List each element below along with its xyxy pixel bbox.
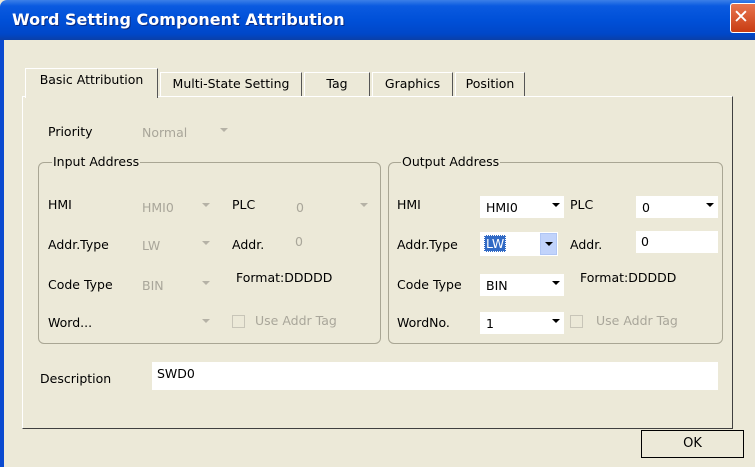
chevron-down-icon xyxy=(202,203,210,207)
output-hmi-label: HMI xyxy=(397,197,421,212)
output-addr-type-select[interactable]: LW xyxy=(480,232,558,256)
ok-button-label: OK xyxy=(683,436,702,451)
output-format-label: Format:DDDDD xyxy=(580,270,677,285)
input-word-label: Word... xyxy=(48,315,93,330)
window-border-left xyxy=(0,40,4,467)
dialog-window: Word Setting Component Attribution ✕ Bas… xyxy=(0,0,755,467)
priority-select: Normal xyxy=(136,121,232,143)
output-code-type-value: BIN xyxy=(486,278,508,293)
output-wordno-label: WordNo. xyxy=(397,315,450,330)
ok-button[interactable]: OK xyxy=(641,430,744,458)
output-plc-select[interactable]: 0 xyxy=(636,196,718,218)
output-addr-value: 0 xyxy=(641,234,649,249)
tab-multi-state-setting[interactable]: Multi-State Setting xyxy=(160,72,302,96)
tab-graphics[interactable]: Graphics xyxy=(372,72,453,96)
input-code-type-select: BIN xyxy=(136,274,214,296)
chevron-down-icon xyxy=(202,241,210,245)
description-value: SWD0 xyxy=(157,366,195,381)
output-plc-label: PLC xyxy=(570,197,594,212)
tab-label: Multi-State Setting xyxy=(172,76,290,91)
input-hmi-select: HMI0 xyxy=(136,196,214,218)
chevron-down-icon xyxy=(202,281,210,285)
input-use-addr-tag-checkbox xyxy=(232,315,245,328)
title-bar[interactable]: Word Setting Component Attribution ✕ xyxy=(0,0,755,40)
close-button[interactable]: ✕ xyxy=(730,3,755,33)
chevron-down-icon xyxy=(552,319,560,323)
tab-label: Position xyxy=(465,76,515,91)
input-plc-select: 0 xyxy=(290,196,372,218)
output-hmi-select[interactable]: HMI0 xyxy=(480,196,564,218)
output-hmi-value: HMI0 xyxy=(486,200,518,215)
input-use-addr-tag-label: Use Addr Tag xyxy=(255,313,337,328)
output-addr-type-label: Addr.Type xyxy=(397,237,458,252)
output-wordno-select[interactable]: 1 xyxy=(480,312,564,334)
input-addr-field: 0 xyxy=(290,231,372,253)
output-plc-value: 0 xyxy=(642,200,650,215)
input-plc-label: PLC xyxy=(232,197,256,212)
tab-position[interactable]: Position xyxy=(455,72,525,96)
output-wordno-value: 1 xyxy=(486,316,494,331)
priority-label: Priority xyxy=(48,124,93,139)
tab-basic-attribution[interactable]: Basic Attribution xyxy=(25,68,158,98)
close-icon: ✕ xyxy=(733,6,749,28)
priority-value: Normal xyxy=(142,125,188,140)
chevron-down-icon xyxy=(552,281,560,285)
chevron-down-icon xyxy=(202,319,210,323)
chevron-down-icon xyxy=(220,128,228,132)
input-code-type-value: BIN xyxy=(142,278,164,293)
input-addr-type-value: LW xyxy=(142,238,161,253)
tab-label: Basic Attribution xyxy=(39,72,144,87)
input-word-select xyxy=(136,312,214,334)
input-addr-type-label: Addr.Type xyxy=(48,237,109,252)
chevron-down-icon xyxy=(545,242,553,246)
output-addr-type-value: LW xyxy=(484,235,507,252)
description-field[interactable]: SWD0 xyxy=(152,362,718,390)
output-use-addr-tag-checkbox xyxy=(570,315,583,328)
output-use-addr-tag-label: Use Addr Tag xyxy=(596,313,678,328)
output-code-type-select[interactable]: BIN xyxy=(480,274,564,296)
input-addr-type-select: LW xyxy=(136,234,214,256)
input-address-title: Input Address xyxy=(52,154,141,169)
output-addr-field[interactable]: 0 xyxy=(636,231,718,253)
tab-tag[interactable]: Tag xyxy=(304,72,370,96)
chevron-down-icon xyxy=(706,203,714,207)
chevron-down-icon xyxy=(552,203,560,207)
input-hmi-label: HMI xyxy=(48,197,72,212)
tab-label: Tag xyxy=(326,76,348,91)
output-address-title: Output Address xyxy=(401,154,501,169)
input-format-label: Format:DDDDD xyxy=(236,270,333,285)
chevron-down-icon xyxy=(360,203,368,207)
input-code-type-label: Code Type xyxy=(48,277,113,292)
input-plc-value: 0 xyxy=(296,200,304,215)
output-addr-label: Addr. xyxy=(570,237,603,252)
input-addr-label: Addr. xyxy=(232,237,265,252)
window-title: Word Setting Component Attribution xyxy=(12,10,345,29)
input-hmi-value: HMI0 xyxy=(142,200,174,215)
input-addr-value: 0 xyxy=(295,234,303,249)
output-code-type-label: Code Type xyxy=(397,277,462,292)
tab-label: Graphics xyxy=(384,76,441,91)
description-label: Description xyxy=(40,371,112,386)
dropdown-button[interactable] xyxy=(540,233,557,255)
